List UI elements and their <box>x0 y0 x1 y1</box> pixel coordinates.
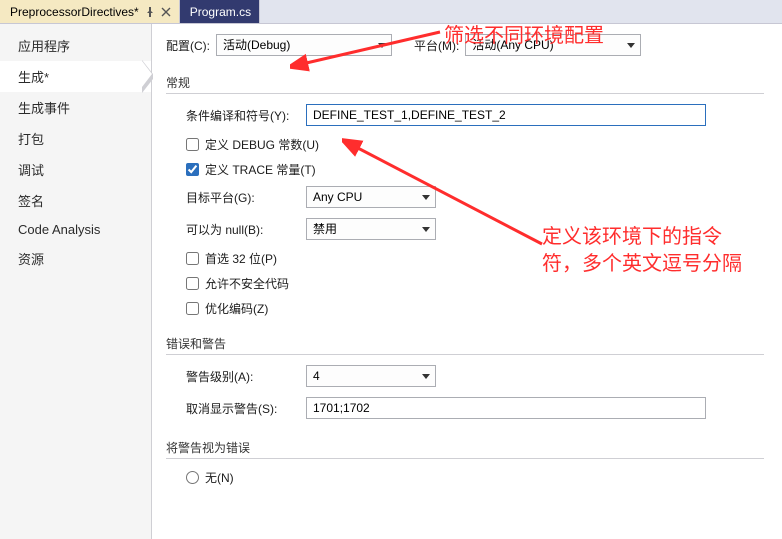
config-label: 配置(C): <box>166 37 210 54</box>
close-icon[interactable] <box>161 7 171 17</box>
prefer32-checkbox[interactable] <box>186 252 199 265</box>
tab-program-cs[interactable]: Program.cs <box>180 0 260 23</box>
sidebar-item-code-analysis[interactable]: Code Analysis <box>0 216 151 243</box>
section-general-title: 常规 <box>166 70 764 94</box>
section-treat-as-error-title: 将警告视为错误 <box>166 435 764 459</box>
optimize-checkbox[interactable] <box>186 302 199 315</box>
unsafe-label: 允许不安全代码 <box>205 275 289 292</box>
sidebar-item-signing[interactable]: 签名 <box>0 185 151 216</box>
tab-label: PreprocessorDirectives* <box>10 5 139 19</box>
sidebar-item-application[interactable]: 应用程序 <box>0 30 151 61</box>
trace-const-label: 定义 TRACE 常量(T) <box>205 161 316 178</box>
config-platform-row: 配置(C): 活动(Debug) 平台(M): 活动(Any CPU) <box>166 34 764 56</box>
prefer32-label: 首选 32 位(P) <box>205 250 277 267</box>
target-platform-label: 目标平台(G): <box>186 189 298 206</box>
warning-level-select[interactable]: 4 <box>306 365 436 387</box>
optimize-label: 优化编码(Z) <box>205 300 268 317</box>
target-platform-select[interactable]: Any CPU <box>306 186 436 208</box>
section-warnings-title: 错误和警告 <box>166 331 764 355</box>
sidebar-item-resources[interactable]: 资源 <box>0 243 151 274</box>
sidebar-item-package[interactable]: 打包 <box>0 123 151 154</box>
symbols-label: 条件编译和符号(Y): <box>186 107 298 124</box>
suppress-label: 取消显示警告(S): <box>186 400 298 417</box>
trace-const-checkbox[interactable] <box>186 163 199 176</box>
platform-select[interactable]: 活动(Any CPU) <box>465 34 641 56</box>
sidebar-item-build[interactable]: 生成* <box>0 61 151 92</box>
sidebar-item-build-events[interactable]: 生成事件 <box>0 92 151 123</box>
platform-label: 平台(M): <box>414 37 459 54</box>
content-pane: 配置(C): 活动(Debug) 平台(M): 活动(Any CPU) 常 <box>152 24 782 539</box>
config-select[interactable]: 活动(Debug) <box>216 34 392 56</box>
pin-icon[interactable] <box>145 7 155 17</box>
treat-none-label: 无(N) <box>205 469 234 486</box>
tab-bar: PreprocessorDirectives* Program.cs <box>0 0 782 24</box>
sidebar: 应用程序 生成* 生成事件 打包 调试 签名 Code Analysis 资源 <box>0 24 152 539</box>
symbols-input[interactable] <box>306 104 706 126</box>
tab-label: Program.cs <box>190 5 251 19</box>
unsafe-checkbox[interactable] <box>186 277 199 290</box>
suppress-input[interactable] <box>306 397 706 419</box>
warning-level-label: 警告级别(A): <box>186 368 298 385</box>
treat-none-radio[interactable] <box>186 471 199 484</box>
nullable-select[interactable]: 禁用 <box>306 218 436 240</box>
debug-const-label: 定义 DEBUG 常数(U) <box>205 136 319 153</box>
debug-const-checkbox[interactable] <box>186 138 199 151</box>
tab-preprocessor-directives[interactable]: PreprocessorDirectives* <box>0 0 180 23</box>
sidebar-item-debug[interactable]: 调试 <box>0 154 151 185</box>
nullable-label: 可以为 null(B): <box>186 221 298 238</box>
